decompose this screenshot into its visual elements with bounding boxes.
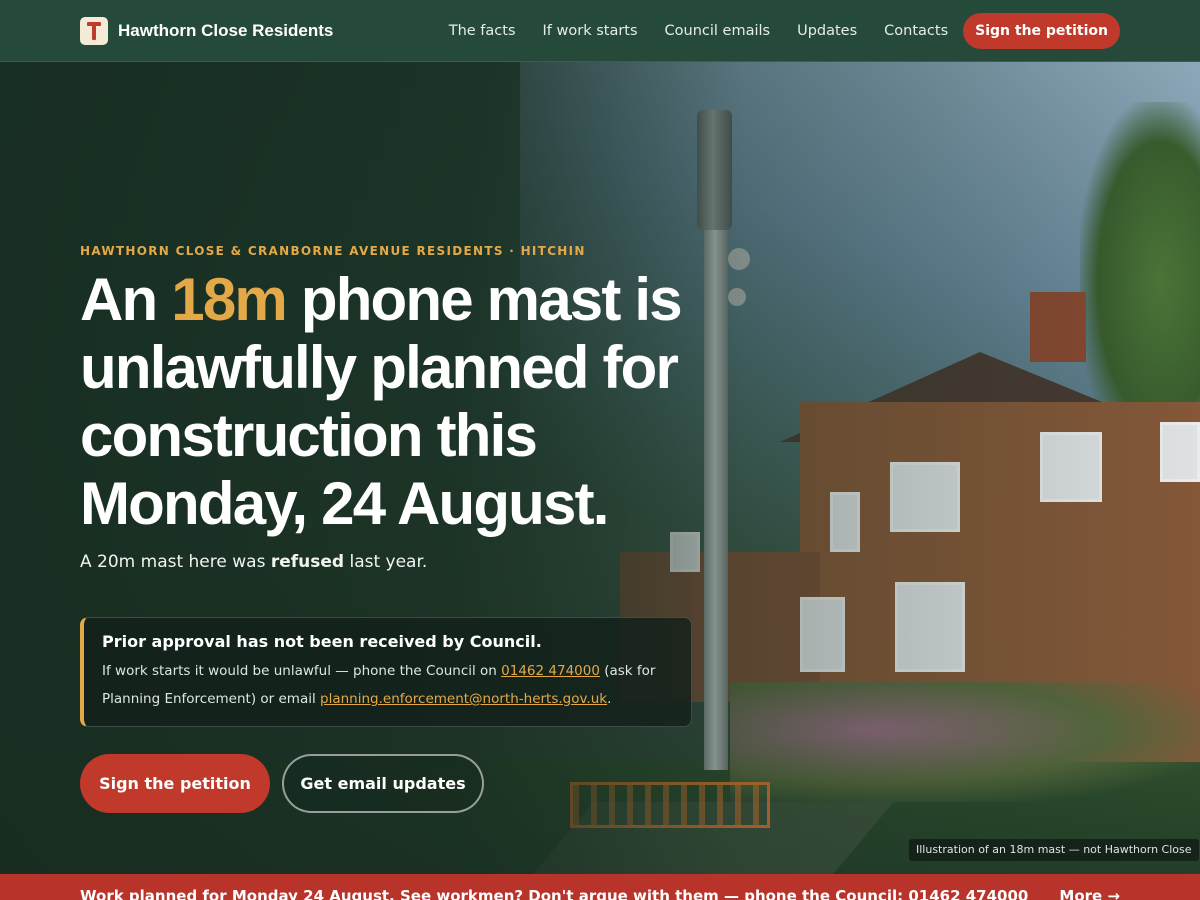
headline-text-start: An — [80, 266, 172, 333]
nav-link-contacts[interactable]: Contacts — [884, 23, 948, 39]
email-updates-button[interactable]: Get email updates — [282, 754, 484, 813]
notice-body: If work starts it would be unlawful — ph… — [102, 657, 673, 713]
hero-headline: An 18m phone mast is unlawfully planned … — [80, 266, 720, 538]
nav-link-council-emails[interactable]: Council emails — [665, 23, 771, 39]
sign-petition-button[interactable]: Sign the petition — [80, 754, 270, 813]
image-caption: Illustration of an 18m mast — not Hawtho… — [909, 839, 1199, 861]
alert-more-link[interactable]: More → — [1059, 887, 1120, 900]
hero-eyebrow: HAWTHORN CLOSE & CRANBORNE AVENUE RESIDE… — [80, 244, 586, 258]
nav-link-if-work-starts[interactable]: If work starts — [543, 23, 638, 39]
notice-title: Prior approval has not been received by … — [102, 632, 542, 651]
alert-banner: Work planned for Monday 24 August. See w… — [0, 874, 1200, 900]
brand-name: Hawthorn Close Residents — [118, 20, 334, 40]
header-sign-petition-button[interactable]: Sign the petition — [963, 12, 1120, 49]
subtitle-text-end: last year. — [344, 552, 428, 572]
hero: HAWTHORN CLOSE & CRANBORNE AVENUE RESIDE… — [0, 62, 1200, 874]
council-phone-link[interactable]: 01462 474000 — [501, 663, 600, 679]
enforcement-email-link[interactable]: planning.enforcement@north-herts.gov.uk — [320, 691, 607, 707]
brand[interactable]: Hawthorn Close Residents — [80, 16, 334, 45]
main-nav: The facts If work starts Council emails … — [449, 12, 1120, 49]
notice-card: Prior approval has not been received by … — [80, 617, 692, 727]
alert-text: Work planned for Monday 24 August. See w… — [80, 887, 1029, 900]
site-header: Hawthorn Close Residents The facts If wo… — [0, 0, 1200, 62]
notice-text-end: . — [607, 691, 612, 707]
nav-link-updates[interactable]: Updates — [797, 23, 857, 39]
hero-subtitle: A 20m mast here was refused last year. — [80, 552, 427, 572]
nav-link-the-facts[interactable]: The facts — [449, 23, 516, 39]
subtitle-text-start: A 20m mast here was — [80, 552, 271, 572]
headline-accent: 18m — [171, 266, 287, 333]
mast-logo-icon — [80, 16, 108, 45]
notice-text-start: If work starts it would be unlawful — ph… — [102, 663, 502, 679]
subtitle-emphasis: refused — [270, 552, 345, 572]
